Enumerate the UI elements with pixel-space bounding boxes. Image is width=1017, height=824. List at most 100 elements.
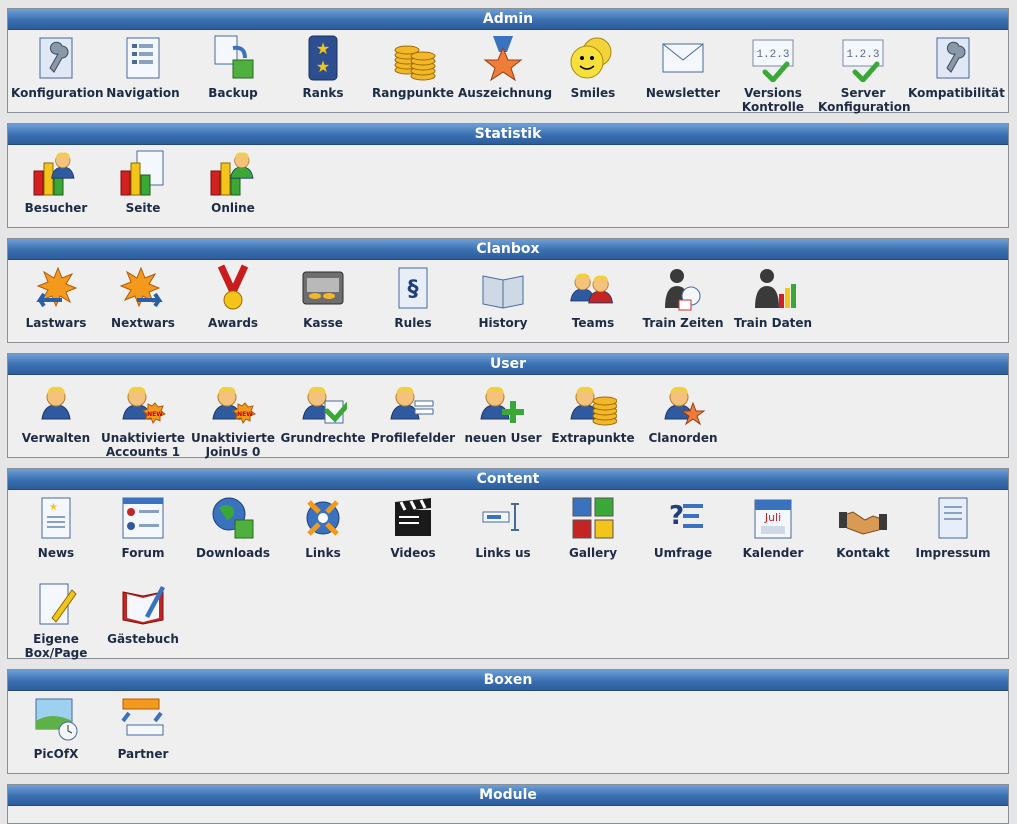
clapperboard-icon [368,492,458,544]
menu-item-label: Gästebuch [107,632,179,646]
section-header: Admin [8,9,1008,30]
menu-item-label: Versions Kontrolle [741,86,805,114]
menu-item-history[interactable]: History [458,262,548,330]
menu-item-downloads[interactable]: Downloads [188,492,278,560]
menu-item-unaktivierte-joinus-0[interactable]: NEW Unaktivierte JoinUs 0 [188,377,278,459]
menu-item-kasse[interactable]: Kasse [278,262,368,330]
calendar-icon: Juli [728,492,818,544]
menu-item-label: Impressum [915,546,991,560]
menu-item-gallery[interactable]: Gallery [548,492,638,560]
menu-item-konfiguration[interactable]: Konfiguration [11,32,104,100]
menu-item-navigation[interactable]: Navigation [98,32,188,100]
section-header: Clanbox [8,239,1008,260]
paragraph-icon: § [368,262,458,314]
menu-item-label: News [37,546,75,560]
menu-item-links-us[interactable]: Links us [458,492,548,560]
menu-item-label: PicOfX [33,747,79,761]
menu-item-label: Partner [117,747,169,761]
menu-item-auszeichnung[interactable]: Auszeichnung [458,32,552,100]
menu-item-label: Gallery [568,546,618,560]
svg-text:1.2.3: 1.2.3 [846,49,879,61]
menu-item-videos[interactable]: Videos [368,492,458,560]
section-content: Content ★ News Forum Downloads Links Videos Lin… [7,468,1009,660]
svg-text:Juli: Juli [764,511,781,524]
menu-item-seite[interactable]: Seite [98,147,188,215]
menu-item-grundrechte[interactable]: Grundrechte [278,377,368,445]
menu-item-label: Ranks [302,86,344,100]
menu-item-forum[interactable]: Forum [98,492,188,560]
user-add-icon [458,377,548,429]
menu-item-versions-kontrolle[interactable]: 1.2.3 Versions Kontrolle [728,32,818,114]
menu-item-partner[interactable]: Partner [98,693,188,761]
menu-item-label: Profilefelder [370,431,456,445]
menu-item-umfrage[interactable]: ? Umfrage [638,492,728,560]
menu-item-newsletter[interactable]: Newsletter [638,32,728,100]
menu-item-label: Eigene Box/Page [24,632,88,660]
menu-item-label: Rangpunkte [371,86,454,100]
medal-star-icon [458,32,548,84]
menu-item-eigene-box-page[interactable]: Eigene Box/Page [11,578,101,660]
menu-item-online[interactable]: Online [188,147,278,215]
menu-item-ranks[interactable]: ★ ★ Ranks [278,32,368,100]
section-header: Boxen [8,670,1008,691]
section-admin: Admin Konfiguration Navigation Backup ★ ★ Rank… [7,8,1009,114]
partner-icon [98,693,188,745]
menu-item-label: Smiles [570,86,616,100]
award-medal-icon [188,262,278,314]
svg-text:1.2.3: 1.2.3 [756,49,789,61]
menu-item-rangpunkte[interactable]: Rangpunkte [368,32,458,100]
menu-item-backup[interactable]: Backup [188,32,278,100]
menu-item-picofx[interactable]: PicOfX [11,693,101,761]
section-statistik: Statistik Besucher Seite Online [7,123,1009,228]
menu-item-profilefelder[interactable]: Profilefelder [368,377,458,445]
server-check-icon: 1.2.3 [818,32,908,84]
menu-item-label: Besucher [24,201,88,215]
svg-text:NEW: NEW [147,411,163,418]
section-header: Module [8,785,1008,806]
menu-item-kontakt[interactable]: Kontakt [818,492,908,560]
menu-item-label: Lastwars [25,316,87,330]
menu-item-news[interactable]: ★ News [11,492,101,560]
section-header: Statistik [8,124,1008,145]
lastwars-icon [11,262,101,314]
menu-item-train-zeiten[interactable]: Train Zeiten [638,262,728,330]
menu-item-smiles[interactable]: Smiles [548,32,638,100]
menu-item-besucher[interactable]: Besucher [11,147,101,215]
backup-icon [188,32,278,84]
navigation-icon [98,32,188,84]
menu-item-label: Newsletter [645,86,721,100]
menu-item-teams[interactable]: Teams [548,262,638,330]
menu-item-rules[interactable]: § Rules [368,262,458,330]
pencil-page-icon [11,578,101,630]
section-header: Content [8,469,1008,490]
menu-item-awards[interactable]: Awards [188,262,278,330]
menu-item-kalender[interactable]: Juli Kalender [728,492,818,560]
downloads-icon [188,492,278,544]
menu-item-neuen-user[interactable]: neuen User [458,377,548,445]
menu-item-label: Links [305,546,341,560]
menu-item-verwalten[interactable]: Verwalten [11,377,101,445]
menu-item-label: Nextwars [111,316,175,330]
menu-item-nextwars[interactable]: Nextwars [98,262,188,330]
menu-item-train-daten[interactable]: Train Daten [728,262,818,330]
menu-item-gästebuch[interactable]: Gästebuch [98,578,188,646]
wrench-icon [908,32,998,84]
book-icon [458,262,548,314]
menu-item-label: Extrapunkte [551,431,635,445]
section-user: User Verwalten NEW Unaktivierte Accounts … [7,353,1009,459]
menu-item-extrapunkte[interactable]: Extrapunkte [548,377,638,445]
menu-item-server-konfiguration[interactable]: 1.2.3 Server Konfiguration [818,32,911,114]
document-icon [908,492,998,544]
menu-item-unaktivierte-accounts-1[interactable]: NEW Unaktivierte Accounts 1 [98,377,188,459]
menu-item-impressum[interactable]: Impressum [908,492,998,560]
menu-item-clanorden[interactable]: Clanorden [638,377,728,445]
menu-item-label: Server Konfiguration [818,86,911,114]
section-boxen: Boxen PicOfX Partner [7,669,1009,774]
menu-item-label: Links us [475,546,531,560]
section-header: User [8,354,1008,375]
menu-item-kompatibilität[interactable]: Kompatibilität [908,32,1005,100]
menu-item-label: Backup [208,86,258,100]
menu-item-links[interactable]: Links [278,492,368,560]
menu-item-label: Kalender [742,546,804,560]
menu-item-lastwars[interactable]: Lastwars [11,262,101,330]
